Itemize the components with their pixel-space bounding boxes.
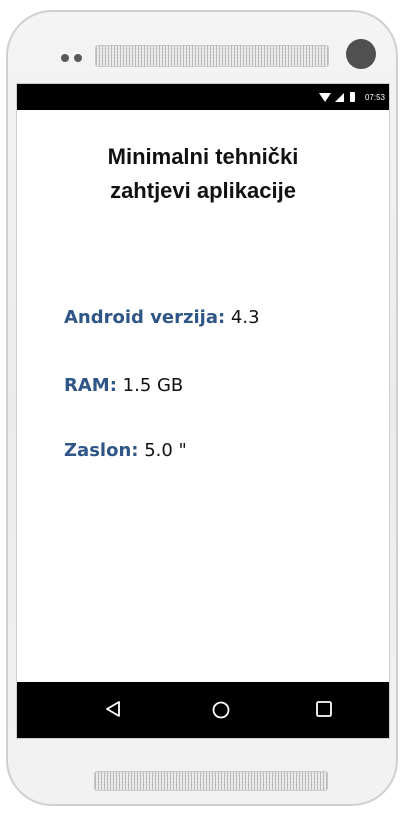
spec-label: Zaslon:	[64, 440, 139, 461]
spec-separator: :	[217, 307, 226, 328]
home-icon[interactable]	[211, 700, 231, 720]
wifi-icon	[318, 92, 331, 102]
spec-label: Android verzija	[64, 307, 218, 328]
navigation-bar	[17, 682, 389, 738]
phone-frame: 07:53 Minimalni tehnički zahtjevi aplika…	[6, 10, 398, 806]
status-time: 07:53	[364, 92, 385, 102]
spec-ram: RAM: 1.5 GB	[64, 375, 183, 396]
status-icons: 07:53	[318, 92, 385, 102]
front-camera	[346, 39, 376, 69]
spec-value: 4.3	[230, 307, 260, 328]
bottom-bezel	[8, 739, 396, 808]
earpiece-speaker	[95, 45, 329, 67]
page-title: Minimalni tehnički zahtjevi aplikacije	[17, 140, 389, 208]
sensor-dot	[61, 54, 69, 62]
page-title-line-2: zahtjevi aplikacije	[110, 178, 296, 203]
bottom-speaker-grille	[94, 771, 328, 791]
spec-android-version: Android verzija: 4.3	[64, 307, 260, 328]
recents-icon[interactable]	[315, 700, 333, 718]
screen: 07:53 Minimalni tehnički zahtjevi aplika…	[16, 83, 390, 739]
back-icon[interactable]	[104, 700, 122, 718]
sensor-dots	[61, 54, 82, 62]
sensor-dot	[74, 54, 82, 62]
battery-icon	[349, 92, 355, 102]
spec-value: 5.0 "	[144, 440, 187, 461]
spec-screen-size: Zaslon: 5.0 "	[64, 440, 187, 461]
status-bar: 07:53	[17, 84, 389, 110]
cell-signal-icon	[334, 92, 344, 102]
spec-value: 1.5 GB	[122, 375, 184, 396]
page-title-line-1: Minimalni tehnički	[107, 144, 299, 169]
spec-label: RAM:	[64, 375, 117, 396]
top-bezel	[8, 12, 396, 82]
